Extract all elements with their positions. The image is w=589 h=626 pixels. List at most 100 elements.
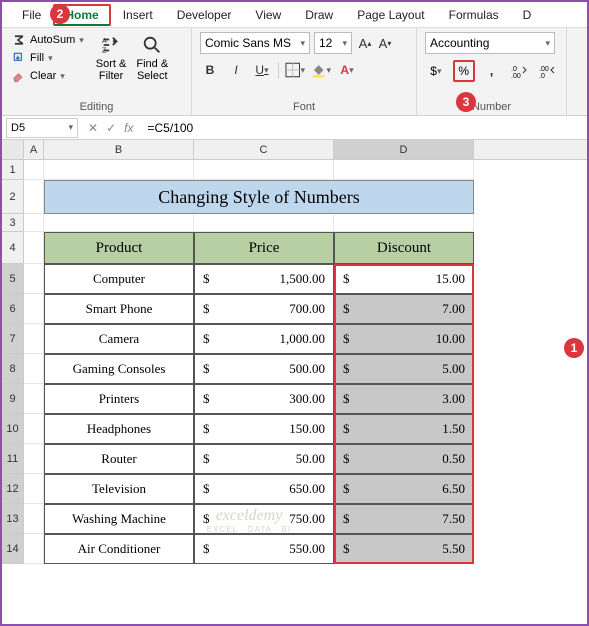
- group-font: Comic Sans MS▾ 12▾ A▴ A▾ B I U ▾ ▾: [192, 28, 417, 115]
- clear-button[interactable]: Clear▾: [10, 68, 86, 84]
- discount-cell[interactable]: $7.00: [334, 294, 474, 324]
- italic-button[interactable]: I: [226, 60, 246, 80]
- col-head-C[interactable]: C: [194, 140, 334, 159]
- price-cell[interactable]: $150.00: [194, 414, 334, 444]
- table-row: Television$650.00$6.50: [24, 474, 474, 504]
- price-cell[interactable]: $300.00: [194, 384, 334, 414]
- sigma-icon: [12, 33, 26, 47]
- formula-bar: D5▾ ✕ ✓ fx =C5/100: [2, 116, 587, 140]
- title-cell[interactable]: Changing Style of Numbers: [44, 180, 474, 214]
- cells-area[interactable]: Changing Style of Numbers Product Price …: [24, 160, 474, 564]
- tab-draw[interactable]: Draw: [293, 4, 345, 26]
- find-select-button[interactable]: Find & Select: [136, 32, 168, 82]
- percent-style-button[interactable]: %: [453, 60, 475, 82]
- font-size-select[interactable]: 12▾: [314, 32, 352, 54]
- fill-down-icon: [12, 51, 26, 65]
- discount-cell[interactable]: $0.50: [334, 444, 474, 474]
- increase-font-button[interactable]: A▴: [356, 33, 374, 53]
- product-cell[interactable]: Gaming Consoles: [44, 354, 194, 384]
- discount-cell[interactable]: $15.00: [334, 264, 474, 294]
- table-row: Computer$1,500.00$15.00: [24, 264, 474, 294]
- name-box[interactable]: D5▾: [6, 118, 78, 138]
- price-cell[interactable]: $1,000.00: [194, 324, 334, 354]
- row-head-4[interactable]: 4: [2, 232, 24, 264]
- product-cell[interactable]: Camera: [44, 324, 194, 354]
- row-head-13[interactable]: 13: [2, 504, 24, 534]
- tab-formulas[interactable]: Formulas: [437, 4, 511, 26]
- table-row: Air Conditioner$550.00$5.50: [24, 534, 474, 564]
- header-product[interactable]: Product: [44, 232, 194, 264]
- row-head-8[interactable]: 8: [2, 354, 24, 384]
- header-discount[interactable]: Discount: [334, 232, 474, 264]
- row-head-1[interactable]: 1: [2, 160, 24, 180]
- currency-button[interactable]: $ ▾: [425, 60, 447, 82]
- row-head-3[interactable]: 3: [2, 214, 24, 232]
- tab-view[interactable]: View: [243, 4, 293, 26]
- price-cell[interactable]: $700.00: [194, 294, 334, 324]
- tab-extra[interactable]: D: [511, 4, 544, 26]
- svg-text:.00: .00: [511, 73, 521, 79]
- product-cell[interactable]: Smart Phone: [44, 294, 194, 324]
- col-head-D[interactable]: D: [334, 140, 474, 159]
- col-head-B[interactable]: B: [44, 140, 194, 159]
- product-cell[interactable]: Headphones: [44, 414, 194, 444]
- tab-pagelayout[interactable]: Page Layout: [345, 4, 436, 26]
- tab-developer[interactable]: Developer: [165, 4, 244, 26]
- price-cell[interactable]: $50.00: [194, 444, 334, 474]
- header-price[interactable]: Price: [194, 232, 334, 264]
- tab-file[interactable]: File: [10, 4, 53, 26]
- sort-filter-button[interactable]: AZ Sort & Filter: [96, 32, 127, 82]
- price-cell[interactable]: $750.00: [194, 504, 334, 534]
- cancel-formula-icon[interactable]: ✕: [88, 121, 98, 135]
- tab-insert[interactable]: Insert: [111, 4, 165, 26]
- increase-decimal-button[interactable]: .0.00: [508, 60, 530, 82]
- row-head-10[interactable]: 10: [2, 414, 24, 444]
- row-head-9[interactable]: 9: [2, 384, 24, 414]
- annotation-1: 1: [564, 338, 584, 358]
- select-all-corner[interactable]: [2, 140, 24, 159]
- decrease-decimal-button[interactable]: .00.0: [536, 60, 558, 82]
- formula-input[interactable]: =C5/100: [141, 121, 587, 135]
- borders-button[interactable]: ▾: [285, 60, 305, 80]
- row-head-14[interactable]: 14: [2, 534, 24, 564]
- product-cell[interactable]: Television: [44, 474, 194, 504]
- price-cell[interactable]: $500.00: [194, 354, 334, 384]
- fill-color-button[interactable]: ▾: [311, 60, 331, 80]
- discount-cell[interactable]: $1.50: [334, 414, 474, 444]
- discount-cell[interactable]: $3.00: [334, 384, 474, 414]
- comma-style-button[interactable]: ,: [481, 60, 503, 82]
- price-cell[interactable]: $650.00: [194, 474, 334, 504]
- row-head-12[interactable]: 12: [2, 474, 24, 504]
- product-cell[interactable]: Router: [44, 444, 194, 474]
- group-editing-label: Editing: [10, 99, 183, 113]
- discount-cell[interactable]: $7.50: [334, 504, 474, 534]
- number-format-select[interactable]: Accounting▾: [425, 32, 555, 54]
- font-color-button[interactable]: A▾: [337, 60, 357, 80]
- discount-cell[interactable]: $5.50: [334, 534, 474, 564]
- price-cell[interactable]: $1,500.00: [194, 264, 334, 294]
- row-head-2[interactable]: 2: [2, 180, 24, 214]
- discount-cell[interactable]: $5.00: [334, 354, 474, 384]
- product-cell[interactable]: Air Conditioner: [44, 534, 194, 564]
- row-headers: 1 2 3 4 5 6 7 8 9 10 11 12 13 14: [2, 160, 24, 564]
- discount-cell[interactable]: $6.50: [334, 474, 474, 504]
- table-row: Gaming Consoles$500.00$5.00: [24, 354, 474, 384]
- accept-formula-icon[interactable]: ✓: [106, 121, 116, 135]
- price-cell[interactable]: $550.00: [194, 534, 334, 564]
- bold-button[interactable]: B: [200, 60, 220, 80]
- discount-cell[interactable]: $10.00: [334, 324, 474, 354]
- fill-button[interactable]: Fill▾: [10, 50, 86, 66]
- row-head-6[interactable]: 6: [2, 294, 24, 324]
- autosum-button[interactable]: AutoSum▾: [10, 32, 86, 48]
- underline-button[interactable]: U ▾: [252, 60, 272, 80]
- product-cell[interactable]: Printers: [44, 384, 194, 414]
- row-head-11[interactable]: 11: [2, 444, 24, 474]
- product-cell[interactable]: Computer: [44, 264, 194, 294]
- row-head-5[interactable]: 5: [2, 264, 24, 294]
- product-cell[interactable]: Washing Machine: [44, 504, 194, 534]
- fx-icon[interactable]: fx: [124, 121, 133, 135]
- font-name-select[interactable]: Comic Sans MS▾: [200, 32, 310, 54]
- row-head-7[interactable]: 7: [2, 324, 24, 354]
- col-head-A[interactable]: A: [24, 140, 44, 159]
- decrease-font-button[interactable]: A▾: [376, 33, 394, 53]
